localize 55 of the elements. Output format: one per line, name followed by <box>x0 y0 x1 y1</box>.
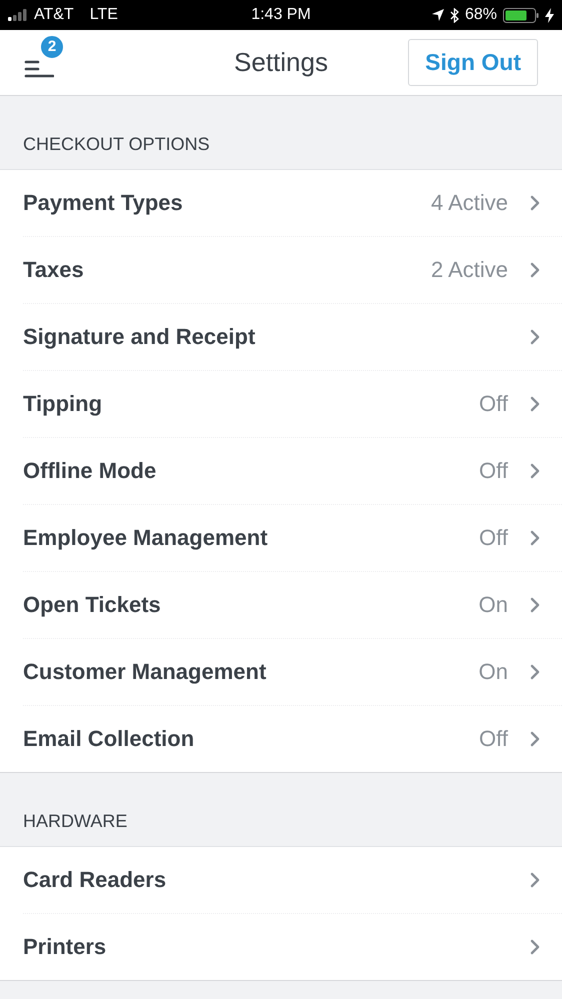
row-value: On <box>478 659 508 685</box>
row-label: Printers <box>23 934 108 960</box>
settings-row[interactable]: Open Tickets On <box>23 571 562 638</box>
row-value: 2 Active <box>430 257 508 283</box>
chevron-icon <box>530 329 540 345</box>
section-header: CHECKOUT OPTIONS <box>23 134 210 155</box>
network-type: LTE <box>90 6 118 24</box>
row-label: Payment Types <box>23 190 184 216</box>
status-time: 1:43 PM <box>251 6 311 24</box>
chevron-icon <box>530 530 540 546</box>
row-label: Employee Management <box>23 525 269 551</box>
settings-row[interactable]: Offline Mode Off <box>23 437 562 504</box>
settings-row[interactable]: Customer Management On <box>23 638 562 705</box>
row-label: Taxes <box>23 257 85 283</box>
settings-row[interactable]: Taxes 2 Active <box>23 236 562 303</box>
row-label: Offline Mode <box>23 458 158 484</box>
settings-row[interactable]: Payment Types 4 Active <box>23 170 562 236</box>
charging-icon <box>545 8 554 22</box>
settings-row[interactable]: Signature and Receipt <box>23 303 562 370</box>
chevron-icon <box>530 731 540 747</box>
chevron-icon <box>530 597 540 613</box>
signal-icon <box>8 9 28 21</box>
row-value: Off <box>479 458 508 484</box>
battery-icon <box>503 8 539 22</box>
row-value: On <box>478 592 508 618</box>
row-label: Tipping <box>23 391 104 417</box>
row-value: 4 Active <box>430 190 508 216</box>
page-title: Settings <box>234 47 328 78</box>
row-label: Email Collection <box>23 726 196 752</box>
row-label: Signature and Receipt <box>23 324 256 350</box>
chevron-icon <box>530 463 540 479</box>
chevron-icon <box>530 195 540 211</box>
location-icon <box>432 9 444 21</box>
row-label: Card Readers <box>23 867 168 893</box>
settings-row[interactable]: Tipping Off <box>23 370 562 437</box>
row-value: Off <box>479 391 508 417</box>
chevron-icon <box>530 396 540 412</box>
chevron-icon <box>530 262 540 278</box>
settings-row[interactable]: Employee Management Off <box>23 504 562 571</box>
settings-row[interactable]: Card Readers <box>23 847 562 913</box>
row-value: Off <box>479 726 508 752</box>
battery-percent: 68% <box>464 6 497 24</box>
section-header: HARDWARE <box>23 811 128 832</box>
settings-row[interactable]: Email Collection Off <box>23 705 562 772</box>
row-label: Open Tickets <box>23 592 162 618</box>
settings-row[interactable]: Printers <box>23 913 562 980</box>
chevron-icon <box>530 872 540 888</box>
notification-badge: 2 <box>39 34 65 60</box>
carrier-name: AT&T <box>34 6 74 24</box>
bluetooth-icon <box>450 8 459 22</box>
chevron-icon <box>530 939 540 955</box>
row-value: Off <box>479 525 508 551</box>
chevron-icon <box>530 664 540 680</box>
row-label: Customer Management <box>23 659 268 685</box>
menu-icon[interactable] <box>24 60 54 78</box>
